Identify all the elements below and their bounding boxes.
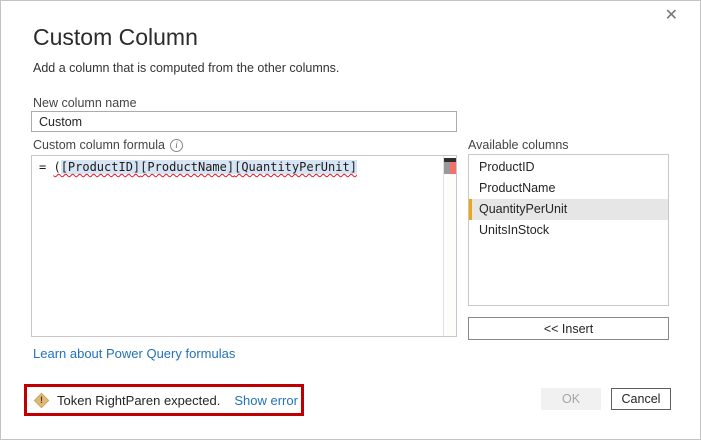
new-column-name-input[interactable] <box>31 111 457 132</box>
formula-code-line[interactable]: = ([ProductID][ProductName][QuantityPerU… <box>39 160 357 174</box>
formula-editor[interactable]: = ([ProductID][ProductName][QuantityPerU… <box>31 155 457 337</box>
formula-open-paren: ( <box>53 160 60 174</box>
custom-column-dialog: ✕ Custom Column Add a column that is com… <box>0 0 701 440</box>
column-item-unitsinstock[interactable]: UnitsInStock <box>469 220 668 241</box>
page-title: Custom Column <box>33 24 198 51</box>
available-columns-label: Available columns <box>468 138 569 152</box>
formula-token-quantityperunit: [QuantityPerUnit] <box>234 160 357 174</box>
formula-label-row: Custom column formula i <box>33 138 183 152</box>
close-icon[interactable]: ✕ <box>665 8 678 24</box>
formula-error-squiggle: ([ProductID][ProductName][QuantityPerUni… <box>53 160 356 174</box>
warning-icon-glyph: ! <box>40 396 43 405</box>
scrollbar-error-marker <box>450 162 456 174</box>
error-annotation-box: ! Token RightParen expected. Show error <box>24 384 304 416</box>
column-item-productid[interactable]: ProductID <box>469 157 668 178</box>
formula-token-productname: [ProductName] <box>140 160 234 174</box>
formula-label: Custom column formula <box>33 138 165 152</box>
dialog-subtitle: Add a column that is computed from the o… <box>33 61 339 75</box>
formula-prefix: = <box>39 160 53 174</box>
cancel-button[interactable]: Cancel <box>611 388 671 410</box>
new-column-name-label: New column name <box>33 96 137 110</box>
info-icon[interactable]: i <box>170 139 183 152</box>
show-error-link[interactable]: Show error <box>234 393 298 408</box>
available-columns-list[interactable]: ProductID ProductName QuantityPerUnit Un… <box>468 154 669 306</box>
editor-scrollbar[interactable] <box>443 156 456 336</box>
column-item-productname[interactable]: ProductName <box>469 178 668 199</box>
insert-button[interactable]: << Insert <box>468 317 669 340</box>
ok-button[interactable]: OK <box>541 388 601 410</box>
error-message: Token RightParen expected. <box>57 393 220 408</box>
column-item-quantityperunit[interactable]: QuantityPerUnit <box>469 199 668 220</box>
learn-formulas-link[interactable]: Learn about Power Query formulas <box>33 346 235 361</box>
formula-token-productid: [ProductID] <box>61 160 140 174</box>
warning-icon: ! <box>34 392 50 408</box>
